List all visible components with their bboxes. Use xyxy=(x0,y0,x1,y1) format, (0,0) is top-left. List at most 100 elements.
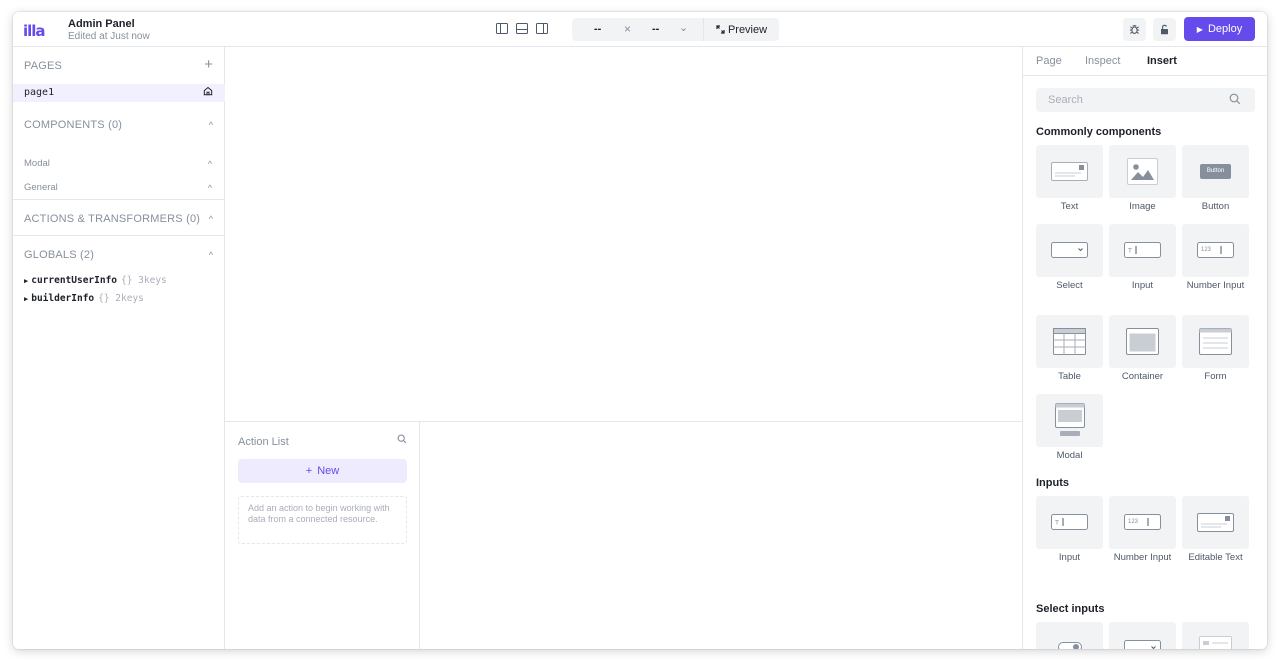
page-list-item[interactable]: page1 xyxy=(13,84,225,102)
component-label: Number Input xyxy=(1186,280,1245,291)
add-page-icon[interactable]: + xyxy=(204,56,213,73)
global-meta: {} 3keys xyxy=(121,275,167,286)
component-tile xyxy=(1109,315,1176,368)
search-icon[interactable] xyxy=(397,434,407,444)
editor-canvas[interactable] xyxy=(225,47,1022,421)
plus-icon: + xyxy=(305,465,313,477)
caret-right-icon: ▶ xyxy=(24,277,29,285)
component-label: Container xyxy=(1121,371,1164,382)
component-label: Form xyxy=(1204,371,1227,382)
global-key: currentUserInfo xyxy=(31,275,118,286)
chevron-up-icon[interactable]: ^ xyxy=(209,120,213,130)
component-text[interactable]: Text xyxy=(1036,145,1103,212)
empty-actions-hint: Add an action to begin working with data… xyxy=(238,496,407,544)
pages-section-header: PAGES + xyxy=(13,47,225,83)
tab-page[interactable]: Page xyxy=(1036,55,1062,67)
category-title: Inputs xyxy=(1036,477,1069,489)
select-icon xyxy=(1124,640,1161,649)
home-icon xyxy=(203,86,213,96)
actions-section-header[interactable]: ACTIONS & TRANSFORMERS (0) ^ xyxy=(13,200,225,236)
component-group-modal[interactable]: Modal xyxy=(24,158,50,169)
global-item[interactable]: ▶ currentUserInfo{} 3keys xyxy=(24,275,167,286)
new-action-label: New xyxy=(317,465,340,477)
left-explorer-panel: PAGES + page1 COMPONENTS (0) ^ Modal ^ G… xyxy=(13,47,225,649)
text-component-icon xyxy=(1051,162,1088,181)
component-tile-partial[interactable] xyxy=(1182,622,1249,649)
container-icon xyxy=(1126,328,1159,355)
component-select[interactable]: Select xyxy=(1036,224,1103,291)
app-edited-status: Edited at Just now xyxy=(68,31,150,42)
component-tile: 123 xyxy=(1182,224,1249,277)
toggle-bottom-panel-icon[interactable] xyxy=(516,23,528,34)
global-meta: {} 2keys xyxy=(98,293,144,304)
component-search-input[interactable] xyxy=(1036,88,1255,112)
button-preview-icon: Button xyxy=(1200,164,1231,179)
component-editable-text[interactable]: Editable Text xyxy=(1182,496,1249,563)
chevron-up-icon[interactable]: ^ xyxy=(208,183,212,193)
component-label: Text xyxy=(1060,201,1079,212)
tab-insert[interactable]: Insert xyxy=(1147,55,1177,67)
deploy-button[interactable]: ▶ Deploy xyxy=(1184,17,1255,41)
svg-text:T: T xyxy=(1054,519,1059,527)
component-tile xyxy=(1036,224,1103,277)
component-tile xyxy=(1182,496,1249,549)
component-group-general[interactable]: General xyxy=(24,182,58,193)
components-section-header[interactable]: COMPONENTS (0) ^ xyxy=(13,103,225,139)
viewport-height-input[interactable]: -- xyxy=(652,23,659,35)
component-number-input[interactable]: 123 Number Input xyxy=(1182,224,1249,291)
actions-title: ACTIONS & TRANSFORMERS (0) xyxy=(24,213,201,225)
toggle-left-panel-icon[interactable] xyxy=(496,23,508,34)
component-tile xyxy=(1036,315,1103,368)
image-icon xyxy=(1127,158,1158,185)
pages-title: PAGES xyxy=(24,60,63,72)
chevron-up-icon[interactable]: ^ xyxy=(208,159,212,169)
app-title: Admin Panel xyxy=(68,18,135,30)
switch-icon xyxy=(1058,642,1082,649)
clear-icon[interactable]: × xyxy=(624,22,631,36)
component-label: Select xyxy=(1056,280,1083,291)
search-icon xyxy=(1229,93,1241,105)
component-modal[interactable]: Modal xyxy=(1036,394,1103,461)
component-tile-partial[interactable] xyxy=(1036,622,1103,649)
illa-logo[interactable]: illa xyxy=(23,22,46,40)
component-label: Modal xyxy=(1056,450,1083,461)
component-input[interactable]: T Input xyxy=(1109,224,1176,291)
app-window: illa Admin Panel Edited at Just now -- ×… xyxy=(13,12,1267,649)
component-table[interactable]: Table xyxy=(1036,315,1103,382)
component-image[interactable]: Image xyxy=(1109,145,1176,212)
preview-button[interactable]: Preview xyxy=(704,18,779,41)
component-number-input[interactable]: 123 Number Input xyxy=(1109,496,1176,563)
preview-label: Preview xyxy=(727,23,768,36)
page-name: page1 xyxy=(24,87,55,98)
new-action-button[interactable]: + New xyxy=(238,459,407,483)
debug-button[interactable] xyxy=(1123,18,1146,41)
component-form[interactable]: Form xyxy=(1182,315,1249,382)
editable-text-icon xyxy=(1197,513,1234,532)
component-tile: T xyxy=(1109,224,1176,277)
toggle-right-panel-icon[interactable] xyxy=(536,23,548,34)
component-input[interactable]: T Input xyxy=(1036,496,1103,563)
component-label: Button xyxy=(1201,201,1230,212)
form-icon xyxy=(1199,328,1232,355)
chevron-down-icon[interactable]: ⌄ xyxy=(679,21,688,34)
component-container[interactable]: Container xyxy=(1109,315,1176,382)
component-tile xyxy=(1182,622,1249,649)
component-button[interactable]: Button Button xyxy=(1182,145,1249,212)
number-preview-text: 123 xyxy=(1128,519,1139,525)
component-tile-partial[interactable] xyxy=(1109,622,1176,649)
tab-inspect[interactable]: Inspect xyxy=(1085,55,1120,67)
top-header: illa Admin Panel Edited at Just now -- ×… xyxy=(13,12,1267,47)
viewport-width-input[interactable]: -- xyxy=(594,23,601,35)
globals-section-header[interactable]: GLOBALS (2) ^ xyxy=(13,236,225,272)
right-config-panel: Page Inspect Insert Commonly components … xyxy=(1022,47,1267,649)
chevron-up-icon[interactable]: ^ xyxy=(209,214,213,224)
input-icon: T xyxy=(1051,514,1088,530)
select-icon xyxy=(1051,242,1088,258)
components-title: COMPONENTS (0) xyxy=(24,119,123,131)
chevron-up-icon[interactable]: ^ xyxy=(209,250,213,260)
lock-button[interactable] xyxy=(1153,18,1176,41)
component-label: Input xyxy=(1131,280,1154,291)
global-item[interactable]: ▶ builderInfo{} 2keys xyxy=(24,293,144,304)
component-label: Number Input xyxy=(1113,552,1172,563)
deploy-label: Deploy xyxy=(1207,23,1243,35)
